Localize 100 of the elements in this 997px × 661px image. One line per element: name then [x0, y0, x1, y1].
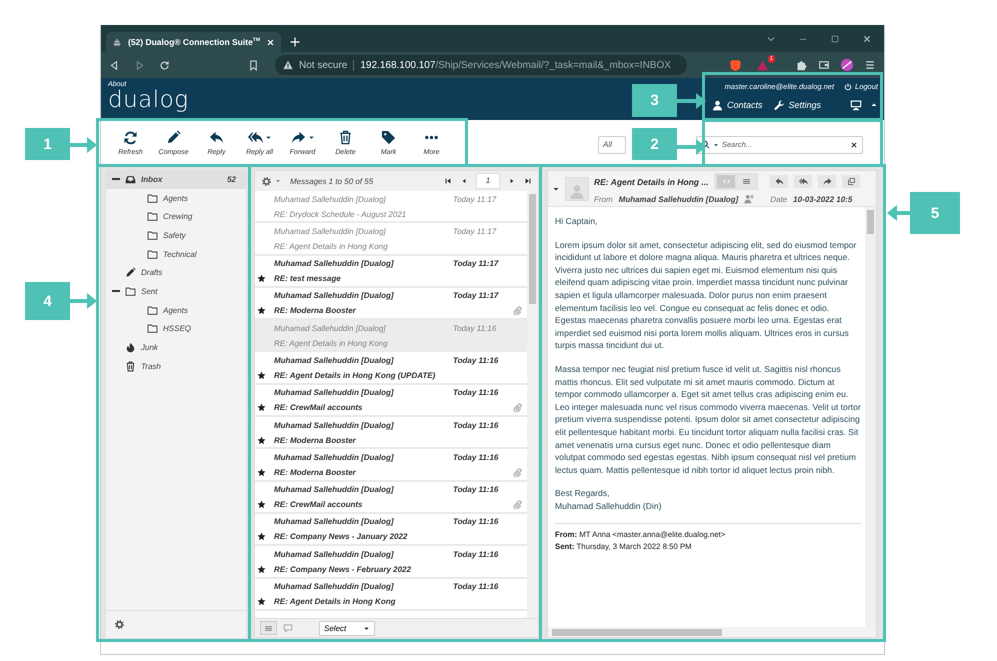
previous-page-icon[interactable]: [460, 177, 468, 185]
ship-icon: [112, 37, 122, 47]
callout-arrow: [677, 139, 706, 155]
trash-icon: [338, 130, 353, 144]
folder-icon: [125, 286, 136, 297]
flame-icon: [125, 342, 136, 354]
message-count: Messages 1 to 50 of 55: [290, 176, 374, 186]
scrollbar[interactable]: [527, 191, 538, 618]
person-icon: [712, 100, 723, 110]
menu-icon[interactable]: [864, 59, 876, 71]
list-view-button[interactable]: [260, 621, 277, 635]
browser-tab[interactable]: (52) Dualog® Connection Suite$^{TM}$: [106, 32, 282, 52]
last-page-icon[interactable]: [524, 177, 532, 185]
page-number-field[interactable]: 1: [476, 173, 500, 189]
new-tab-icon[interactable]: [289, 36, 302, 48]
security-label: Not secure: [299, 60, 354, 70]
shield-icon[interactable]: [729, 58, 742, 72]
caret-icon[interactable]: [870, 101, 878, 109]
folder-item[interactable]: Agents: [106, 188, 246, 208]
callout-arrow: [70, 137, 97, 153]
callout-number: 3: [632, 84, 677, 117]
folder-item[interactable]: Safety: [106, 226, 246, 245]
code-icon: [722, 177, 731, 186]
folder-item[interactable]: Agents: [106, 300, 246, 320]
reply-all-icon: [248, 130, 262, 144]
message-paragraph: Best Regards, Muhamad Sallehuddin (Din): [555, 487, 663, 512]
reload-icon[interactable]: [159, 60, 170, 70]
bookmark-icon[interactable]: [248, 60, 259, 70]
pencil-icon: [125, 267, 136, 278]
forward-icon[interactable]: [134, 60, 145, 70]
wrench-icon: [774, 100, 785, 110]
lines-icon: [742, 177, 751, 186]
refresh-icon: [123, 130, 138, 144]
close-icon[interactable]: [862, 34, 872, 44]
reply-all-button[interactable]: [794, 175, 812, 188]
add-contact-icon[interactable]: [744, 194, 754, 204]
filter-dropdown[interactable]: All: [598, 136, 626, 154]
forward-icon: [290, 130, 306, 144]
folder-icon: [147, 248, 158, 260]
settings-icon[interactable]: [261, 176, 272, 186]
horizontal-scrollbar[interactable]: [548, 627, 876, 637]
first-page-icon[interactable]: [444, 177, 452, 185]
folder-item[interactable]: Crewing: [106, 207, 246, 226]
folder-item[interactable]: Drafts: [106, 263, 246, 282]
caret-icon: [264, 134, 272, 140]
folder-item[interactable]: HSSEQ: [106, 320, 246, 338]
back-icon[interactable]: [109, 60, 120, 70]
callout-arrow: [70, 293, 97, 309]
message-paragraph: Massa tempor nec feugiat nisl pretium fusce id velit ut. Sagittis nisl rhoncus mattis rhoncus. Elit sed vulputate mi sit amet mauris commodo. Dictum at tempor commodo ullamcorper a. Eget sit amet tellus cras adipiscing enim eu. Leo integer malesuada nunc vel risus commodo viverra maecenas. Velit ut tortor pretium viverra suspendisse potenti. Ipsum dolor sit amet consectetur adipiscing elit pellentesque habitant morbi. Eu tincidunt tortor aliquam nulla facilisi cras. Sit amet venenatis urna cursus eget nunc. Donec et odio pellentesque diam volutpat commodo sed egestas egestas. Nibh ipsum consequat nisl vel pretium lectus quam. Mattis pellentesque id nibh tortor id aliquet lectus proin nibh.: [555, 362, 861, 476]
close-icon: [850, 140, 858, 148]
from-label: From: [594, 194, 613, 204]
caret-icon: [713, 142, 719, 148]
search-icon: [701, 140, 710, 149]
trash-icon: [125, 360, 136, 372]
pencil-icon: [166, 130, 181, 144]
select-dropdown[interactable]: Select: [319, 620, 375, 636]
open-window-button[interactable]: [842, 175, 860, 188]
reply-icon: [774, 177, 784, 186]
folder-item[interactable]: Trash: [106, 356, 246, 376]
caret-icon: [363, 624, 370, 632]
contacts-link[interactable]: Contacts: [712, 100, 763, 110]
maximize-icon[interactable]: [830, 34, 840, 44]
folder-item[interactable]: Inbox 52: [106, 170, 246, 189]
power-icon: [844, 82, 852, 90]
folder-icon: [147, 211, 158, 222]
folder-item[interactable]: Sent: [106, 282, 246, 301]
settings-icon[interactable]: [114, 619, 125, 630]
url-text: 192.168.100.107/Ship/Services/Webmail/?_task=mail&_mbox=INBOX: [360, 60, 671, 70]
logo: dualog: [108, 88, 189, 112]
collapse-icon[interactable]: [112, 178, 120, 180]
callout-number: 4: [25, 282, 70, 320]
date-label: Date: [770, 194, 788, 204]
next-page-icon[interactable]: [508, 177, 516, 185]
collapse-icon[interactable]: [112, 290, 120, 292]
chevron-down-icon[interactable]: [766, 34, 776, 44]
wallet-icon[interactable]: [818, 59, 830, 71]
monitor-icon[interactable]: [850, 99, 862, 111]
folder-item[interactable]: Technical: [106, 244, 246, 264]
plain-text-button[interactable]: [737, 175, 756, 188]
caret-icon: [275, 178, 281, 184]
caret-icon: [308, 134, 314, 140]
callout-arrow: [887, 205, 910, 221]
reply-button[interactable]: [770, 175, 788, 188]
forward-icon: [822, 177, 832, 186]
puzzle-icon[interactable]: [796, 59, 808, 71]
folder-icon: [147, 304, 158, 316]
profile-icon[interactable]: [840, 58, 854, 72]
sender-name: Muhamad Sallehuddin [Dualog]: [618, 194, 738, 204]
inbox-icon: [125, 174, 136, 185]
reply-all-icon: [798, 177, 808, 186]
callout-number: 2: [632, 128, 677, 160]
scrollbar[interactable]: [865, 207, 876, 627]
forward-button[interactable]: [818, 175, 836, 188]
address-bar[interactable]: Not secure 192.168.100.107/Ship/Services/Webmail/?_task=mail&_mbox=INBOX: [275, 55, 687, 75]
settings-link[interactable]: Settings: [774, 100, 822, 110]
unread-count: 52: [227, 174, 236, 184]
folder-item[interactable]: Junk: [106, 338, 246, 357]
windows-icon: [846, 177, 856, 186]
close-icon: [266, 38, 276, 46]
message-paragraph: Lorem ipsum dolor sit amet, consectetur adipiscing elit, sed do eiusmod tempor incididunt ut labore et dolore magna aliqua. Mauris pharetra et ultrices neque. Viverra justo nec ultrices dui sapien eget mi. Euismod elementum nisi quis eleifend quam adipiscing vitae proin. Imperdiet massa tincidunt nunc pulvinar sapien et ligula ullamcorper malesuada. Dolor purus non enim praesent elementum facilisis leo vel. Congue eu consequat ac felis donec et odio. Egestas maecenas pharetra convallis posuere morbi leo urna. Egestas erat imperdiet sed euismod nisi porta lorem mollis aliquam. Ultrices eros in cursus turpis massa tincidunt dui ut.: [555, 238, 858, 352]
